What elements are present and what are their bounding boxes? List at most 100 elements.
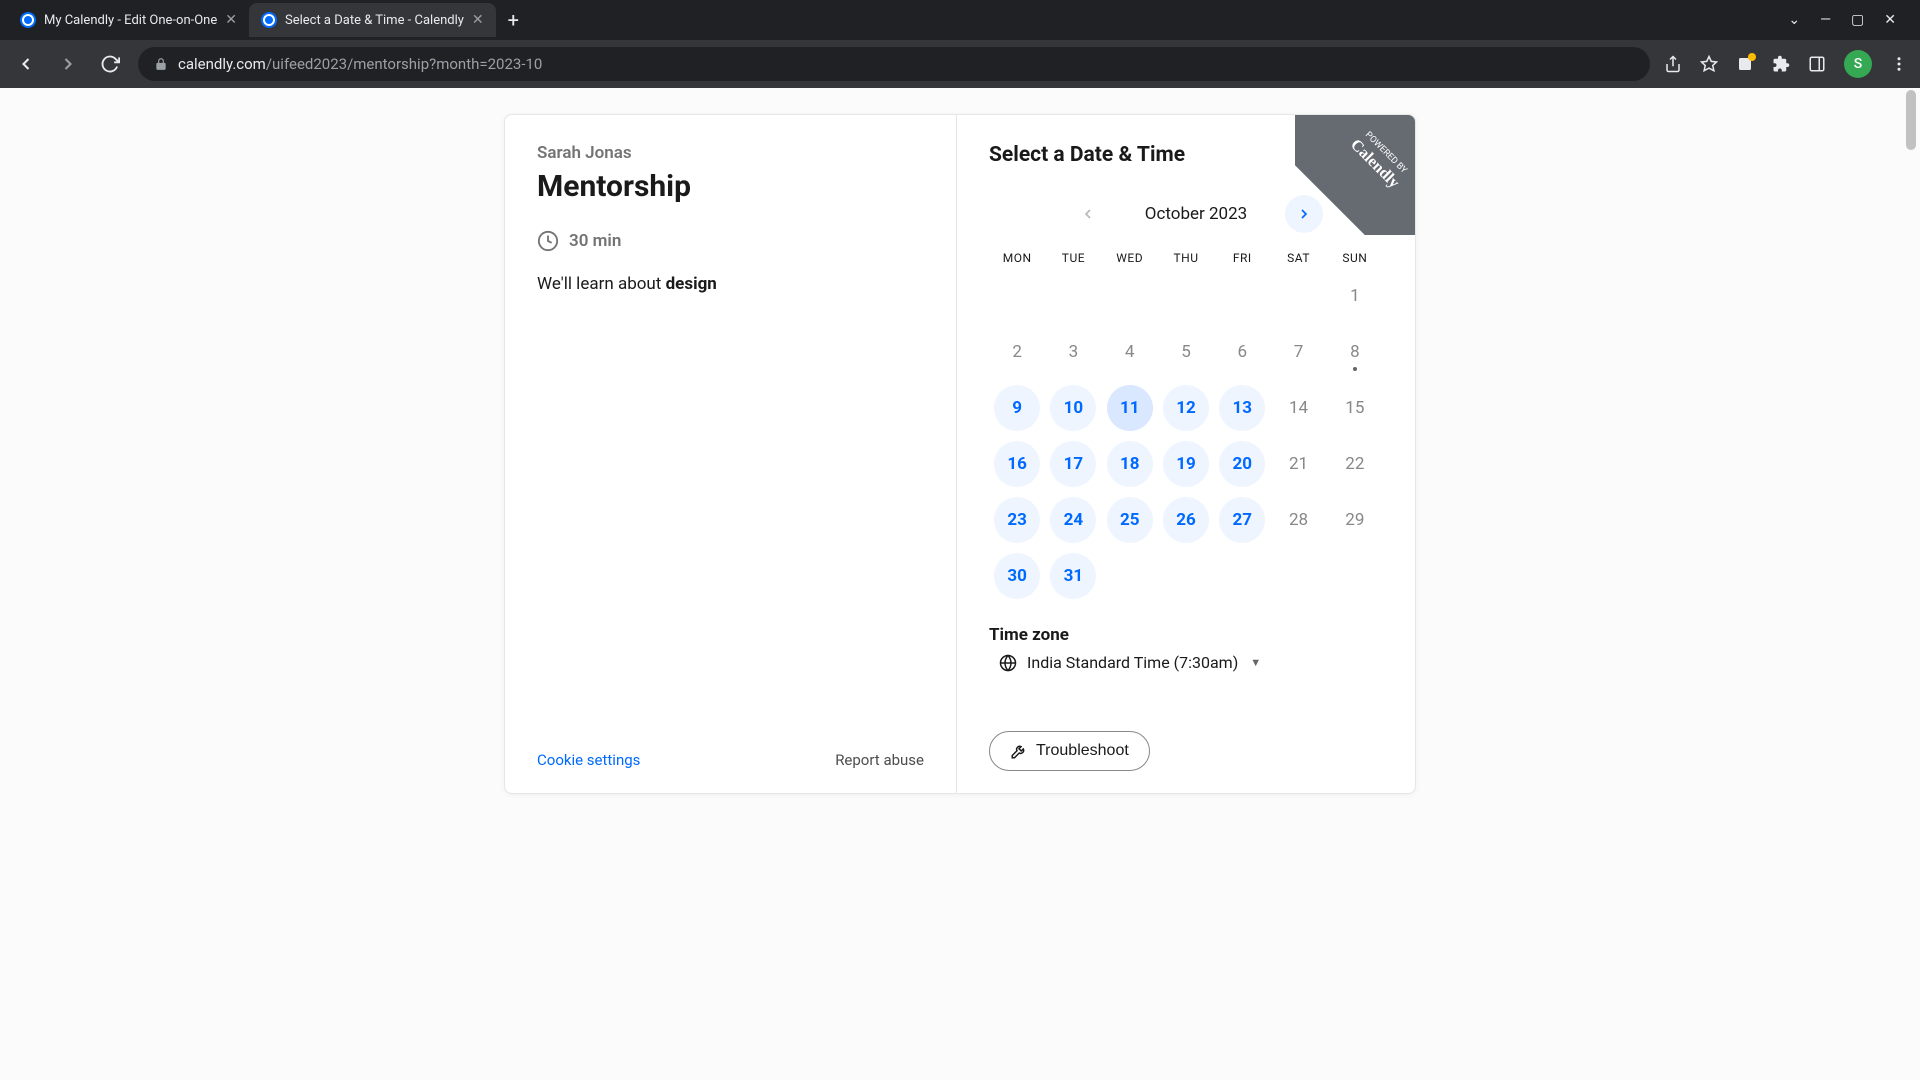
day-empty [1158,273,1214,319]
reload-button[interactable] [96,50,124,78]
day-available[interactable]: 16 [994,441,1040,487]
day-cell: 20 [1214,441,1270,487]
day-empty [1214,273,1270,319]
day-available[interactable]: 18 [1107,441,1153,487]
profile-avatar[interactable]: S [1844,50,1872,78]
powered-by-ribbon[interactable]: POWERED BY Calendly [1295,115,1415,235]
day-available[interactable]: 13 [1219,385,1265,431]
day-cell: 14 [1270,385,1326,431]
browser-chrome: My Calendly - Edit One-on-One ✕ Select a… [0,0,1920,88]
globe-icon [999,654,1017,672]
day-available[interactable]: 17 [1050,441,1096,487]
troubleshoot-label: Troubleshoot [1036,742,1129,760]
timezone-select[interactable]: India Standard Time (7:30am) ▼ [989,653,1383,672]
day-unavailable: 15 [1332,385,1378,431]
day-cell: 6 [1214,329,1270,375]
day-cell: 4 [1102,329,1158,375]
day-cell: 11 [1102,385,1158,431]
day-unavailable: 5 [1163,329,1209,375]
day-cell: 7 [1270,329,1326,375]
day-cell: 22 [1327,441,1383,487]
day-available[interactable]: 24 [1050,497,1096,543]
event-title: Mentorship [537,169,924,204]
day-unavailable: 1 [1332,273,1378,319]
day-available[interactable]: 31 [1050,553,1096,599]
day-cell: 18 [1102,441,1158,487]
new-tab-button[interactable]: + [496,8,531,32]
maximize-icon[interactable]: ▢ [1851,12,1864,28]
page-scrollbar[interactable] [1904,88,1918,1080]
extensions-icon[interactable] [1772,55,1790,73]
report-abuse-link[interactable]: Report abuse [835,751,924,769]
day-available[interactable]: 30 [994,553,1040,599]
event-description: We'll learn about design [537,274,924,294]
sidepanel-icon[interactable] [1808,55,1826,73]
day-unavailable: 21 [1276,441,1322,487]
day-available[interactable]: 25 [1107,497,1153,543]
weekday-label: SAT [1270,251,1326,265]
minimize-icon[interactable]: ― [1820,12,1831,28]
bookmark-icon[interactable] [1700,55,1718,73]
calendly-favicon-icon [20,12,36,28]
back-button[interactable] [12,50,40,78]
weekday-label: TUE [1045,251,1101,265]
day-unavailable: 6 [1219,329,1265,375]
troubleshoot-button[interactable]: Troubleshoot [989,731,1150,771]
tab-inactive[interactable]: My Calendly - Edit One-on-One ✕ [8,3,249,37]
day-empty [989,273,1045,319]
notifications-icon[interactable] [1736,55,1754,73]
tab-search-icon[interactable]: ⌄ [1788,12,1800,28]
share-icon[interactable] [1664,55,1682,73]
prev-month-button[interactable] [1069,195,1107,233]
menu-icon[interactable] [1890,55,1908,73]
weekday-label: WED [1102,251,1158,265]
day-cell: 5 [1158,329,1214,375]
day-cell: 30 [989,553,1045,599]
day-empty [1102,273,1158,319]
page-viewport: Sarah Jonas Mentorship 30 min We'll lear… [0,88,1920,1080]
day-available[interactable]: 20 [1219,441,1265,487]
day-available[interactable]: 10 [1050,385,1096,431]
event-duration: 30 min [537,230,924,252]
day-available[interactable]: 26 [1163,497,1209,543]
close-icon[interactable]: ✕ [225,12,237,28]
day-empty [1045,273,1101,319]
day-cell: 2 [989,329,1045,375]
weekday-label: SUN [1327,251,1383,265]
day-unavailable: 28 [1276,497,1322,543]
day-available[interactable]: 12 [1163,385,1209,431]
lock-icon [154,57,168,71]
month-label: October 2023 [1131,204,1261,224]
day-available[interactable]: 27 [1219,497,1265,543]
url-field[interactable]: calendly.com/uifeed2023/mentorship?month… [138,47,1650,81]
address-bar-actions: S [1664,50,1908,78]
day-cell: 23 [989,497,1045,543]
day-unavailable: 2 [994,329,1040,375]
day-cell: 28 [1270,497,1326,543]
day-cell: 26 [1158,497,1214,543]
host-name: Sarah Jonas [537,143,924,163]
day-available[interactable]: 19 [1163,441,1209,487]
day-cell: 12 [1158,385,1214,431]
day-cell: 19 [1158,441,1214,487]
cookie-settings-link[interactable]: Cookie settings [537,751,640,769]
close-icon[interactable]: ✕ [472,12,484,28]
day-unavailable: 29 [1332,497,1378,543]
event-details-panel: Sarah Jonas Mentorship 30 min We'll lear… [505,115,957,793]
day-cell: 29 [1327,497,1383,543]
day-cell: 21 [1270,441,1326,487]
day-cell: 17 [1045,441,1101,487]
forward-button[interactable] [54,50,82,78]
chevron-down-icon: ▼ [1250,656,1261,669]
day-available[interactable]: 9 [994,385,1040,431]
day-cell: 16 [989,441,1045,487]
day-cell: 27 [1214,497,1270,543]
booking-card: Sarah Jonas Mentorship 30 min We'll lear… [504,114,1416,794]
day-available[interactable]: 23 [994,497,1040,543]
tabs-bar: My Calendly - Edit One-on-One ✕ Select a… [0,0,1920,40]
days-grid: 1234567891011121314151617181920212223242… [989,273,1383,599]
tab-active[interactable]: Select a Date & Time - Calendly ✕ [249,3,496,37]
day-available[interactable]: 11 [1107,385,1153,431]
close-window-icon[interactable]: ✕ [1884,12,1896,28]
clock-icon [537,230,559,252]
